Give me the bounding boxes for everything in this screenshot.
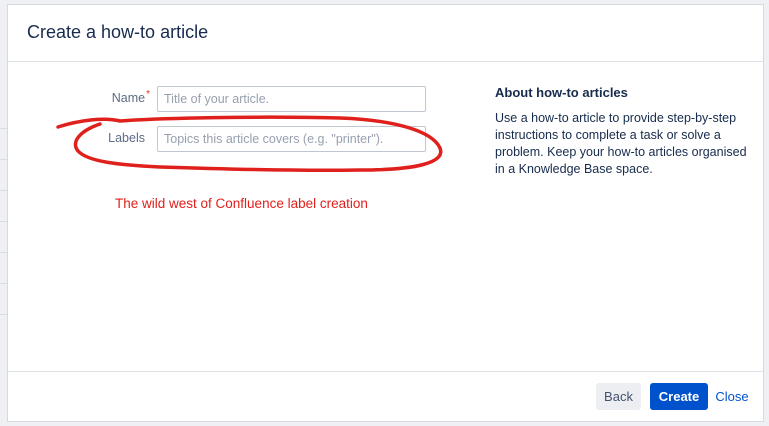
labels-label: Labels [108,131,145,145]
create-button[interactable]: Create [650,383,708,410]
about-title: About how-to articles [495,85,628,100]
back-button[interactable]: Back [596,383,641,410]
dialog-title: Create a how-to article [27,22,209,42]
create-article-dialog: Create a how-to article Name* Labels Abo… [7,4,764,422]
name-label: Name* [111,89,150,105]
labels-input[interactable] [157,126,426,152]
about-description: Use a how-to article to provide step-by-… [495,111,747,176]
annotation-note: The wild west of Confluence label creati… [115,196,368,211]
dialog-header: Create a how-to article [8,5,763,62]
dialog-footer: Back Create Close [8,371,763,422]
name-label-text: Name [111,91,146,105]
labels-label-container: Labels [68,126,145,152]
close-button[interactable]: Close [714,383,750,410]
required-marker: * [146,89,150,100]
name-input[interactable] [157,86,426,112]
name-label-container: Name* [68,86,150,112]
